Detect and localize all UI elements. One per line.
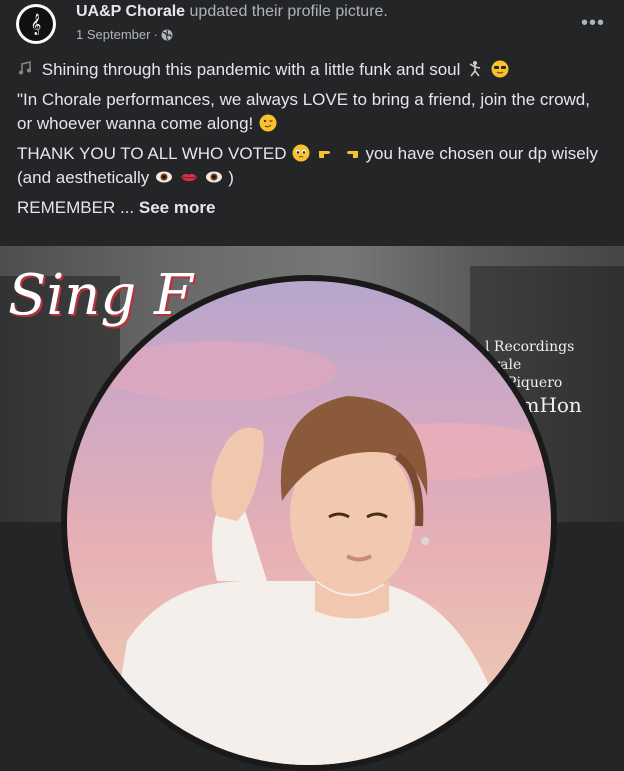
pointing-left-hand-icon (346, 151, 358, 158)
caption-line-3-text-a: THANK YOU TO ALL WHO VOTED (17, 144, 287, 163)
lips-icon (180, 173, 197, 182)
pleading-face-icon (292, 144, 310, 162)
meta-separator: · (153, 27, 158, 42)
caption-line-2: "In Chorale performances, we always LOVE… (17, 88, 607, 136)
more-options-button[interactable]: ••• (580, 10, 606, 36)
see-more-link[interactable]: See more (139, 198, 216, 217)
ellipsis-icon: ••• (580, 11, 605, 34)
profile-photo-image (67, 281, 551, 765)
sunglasses-face-icon (491, 60, 509, 78)
caption-line-3-text-c: ) (228, 168, 234, 187)
dancing-person-icon (469, 61, 481, 77)
caption-line-4: REMEMBER ... See more (17, 196, 607, 220)
post-header: 𝄞 UA&P Chorale updated their profile pic… (0, 0, 624, 56)
treble-clef-logo-icon: 𝄞 (19, 7, 53, 41)
page-avatar[interactable]: 𝄞 (16, 4, 56, 44)
post-date-link[interactable]: 1 September (76, 26, 150, 44)
post-header-text: UA&P Chorale updated their profile pictu… (76, 2, 388, 44)
pointing-right-hand-icon (319, 151, 331, 158)
eye-icon (156, 171, 173, 183)
page-name-link[interactable]: UA&P Chorale (76, 3, 185, 20)
post-title-line: UA&P Chorale updated their profile pictu… (76, 2, 388, 22)
caption-line-4-text: REMEMBER ... (17, 198, 135, 217)
winking-face-icon (259, 114, 277, 132)
caption-line-1-text: Shining through this pandemic with a lit… (41, 60, 461, 79)
person-pointing-illustration (97, 341, 551, 765)
caption-line-2-text: "In Chorale performances, we always LOVE… (17, 90, 590, 133)
music-notes-icon (19, 61, 31, 75)
caption-line-3: THANK YOU TO ALL WHO VOTED you have chos… (17, 142, 607, 190)
eye-icon-2 (205, 171, 222, 183)
profile-picture[interactable] (61, 275, 557, 771)
post-meta: 1 September · (76, 26, 388, 44)
post-caption: Shining through this pandemic with a lit… (17, 58, 607, 226)
caption-line-1: Shining through this pandemic with a lit… (17, 58, 607, 82)
globe-icon[interactable] (161, 29, 173, 41)
post-action-text: updated their profile picture. (189, 3, 388, 20)
